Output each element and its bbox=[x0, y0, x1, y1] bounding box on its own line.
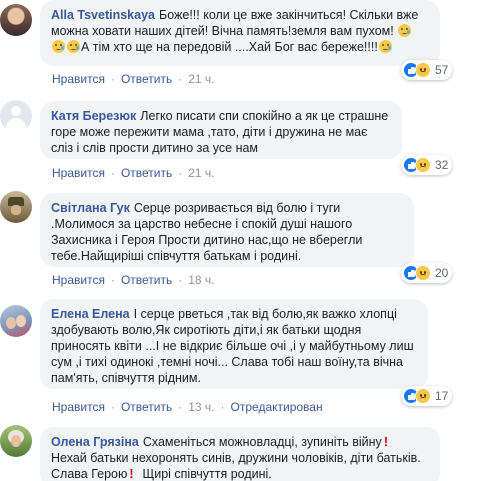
sad-icon bbox=[415, 62, 431, 78]
sad-icon bbox=[415, 265, 431, 281]
comment: Катя Березюк Легко писати спи спокійно а … bbox=[0, 98, 486, 188]
reactions-summary[interactable]: 20 bbox=[401, 263, 453, 283]
exclamation-emoji-icon: ! bbox=[383, 435, 388, 449]
crying-emoji-icon bbox=[67, 40, 80, 53]
like-link[interactable]: Нравится bbox=[52, 72, 105, 86]
reactions-summary[interactable]: 32 bbox=[401, 155, 453, 175]
crying-emoji-icon bbox=[398, 24, 412, 37]
comment-text-end: Щирі співчуття родині. bbox=[135, 467, 272, 481]
comment-actions: Нравится · Ответить · 13 ч. · Отредактирован bbox=[52, 400, 323, 414]
comment: Світлана Гук Серце розривається від болю … bbox=[0, 191, 486, 291]
comment-actions: Нравится · Ответить · 18 ч. bbox=[52, 273, 215, 287]
avatar[interactable] bbox=[0, 100, 32, 132]
edited-link[interactable]: Отредактирован bbox=[231, 400, 323, 414]
crying-emoji-icon bbox=[378, 40, 392, 53]
comment-actions: Нравится · Ответить · 21 ч. bbox=[52, 166, 215, 180]
comment: Alla Tsvetinskaya Боже!!! коли це вже зак… bbox=[0, 0, 486, 92]
comment-bubble: Олена Грязіна Схаменіться можновладці, зу… bbox=[40, 427, 440, 481]
comment-author[interactable]: Елена Елена bbox=[51, 307, 130, 321]
reply-link[interactable]: Ответить bbox=[121, 72, 172, 86]
sad-icon bbox=[415, 157, 431, 173]
comment-timestamp[interactable]: 13 ч. bbox=[188, 400, 214, 414]
reactions-summary[interactable]: 57 bbox=[401, 60, 453, 80]
reactions-summary[interactable]: 17 bbox=[401, 386, 453, 406]
comment-actions: Нравится · Ответить · 21 ч. bbox=[52, 72, 215, 86]
comment-timestamp[interactable]: 21 ч. bbox=[188, 166, 214, 180]
reaction-count: 32 bbox=[435, 158, 449, 172]
comment-author[interactable]: Катя Березюк bbox=[51, 109, 136, 123]
avatar[interactable] bbox=[0, 305, 32, 337]
reaction-count: 57 bbox=[435, 63, 449, 77]
comment-bubble: Катя Березюк Легко писати спи спокійно а … bbox=[40, 101, 402, 159]
comment-timestamp[interactable]: 18 ч. bbox=[188, 273, 214, 287]
comment-bubble: Елена Елена І серце рветься ,так від болю… bbox=[40, 299, 428, 389]
comment: Елена Елена І серце рветься ,так від болю… bbox=[0, 297, 486, 417]
comment-bubble: Alla Tsvetinskaya Боже!!! коли це вже зак… bbox=[40, 0, 440, 66]
comment-timestamp[interactable]: 21 ч. bbox=[188, 72, 214, 86]
crying-emoji-icon bbox=[52, 40, 65, 53]
comment-author[interactable]: Alla Tsvetinskaya bbox=[51, 8, 155, 22]
sad-icon bbox=[415, 388, 431, 404]
avatar[interactable] bbox=[0, 4, 32, 36]
comment-author[interactable]: Світлана Гук bbox=[51, 201, 130, 215]
reply-link[interactable]: Ответить bbox=[121, 400, 172, 414]
comment-bubble: Світлана Гук Серце розривається від болю … bbox=[40, 193, 414, 267]
reaction-count: 20 bbox=[435, 266, 449, 280]
exclamation-emoji-icon: ! bbox=[129, 467, 134, 481]
avatar[interactable] bbox=[0, 425, 32, 457]
reply-link[interactable]: Ответить bbox=[121, 166, 172, 180]
comment: Олена Грязіна Схаменіться можновладці, зу… bbox=[0, 425, 486, 481]
comment-text-continued: А тім хто ще на передовій ....Хай Бог ва… bbox=[81, 40, 378, 54]
comment-text: Схаменіться можновладці, зупиніть війну bbox=[142, 435, 382, 449]
avatar[interactable] bbox=[0, 191, 32, 223]
reaction-count: 17 bbox=[435, 389, 449, 403]
like-link[interactable]: Нравится bbox=[52, 273, 105, 287]
like-link[interactable]: Нравится bbox=[52, 166, 105, 180]
comment-author[interactable]: Олена Грязіна bbox=[51, 435, 139, 449]
reply-link[interactable]: Ответить bbox=[121, 273, 172, 287]
like-link[interactable]: Нравится bbox=[52, 400, 105, 414]
